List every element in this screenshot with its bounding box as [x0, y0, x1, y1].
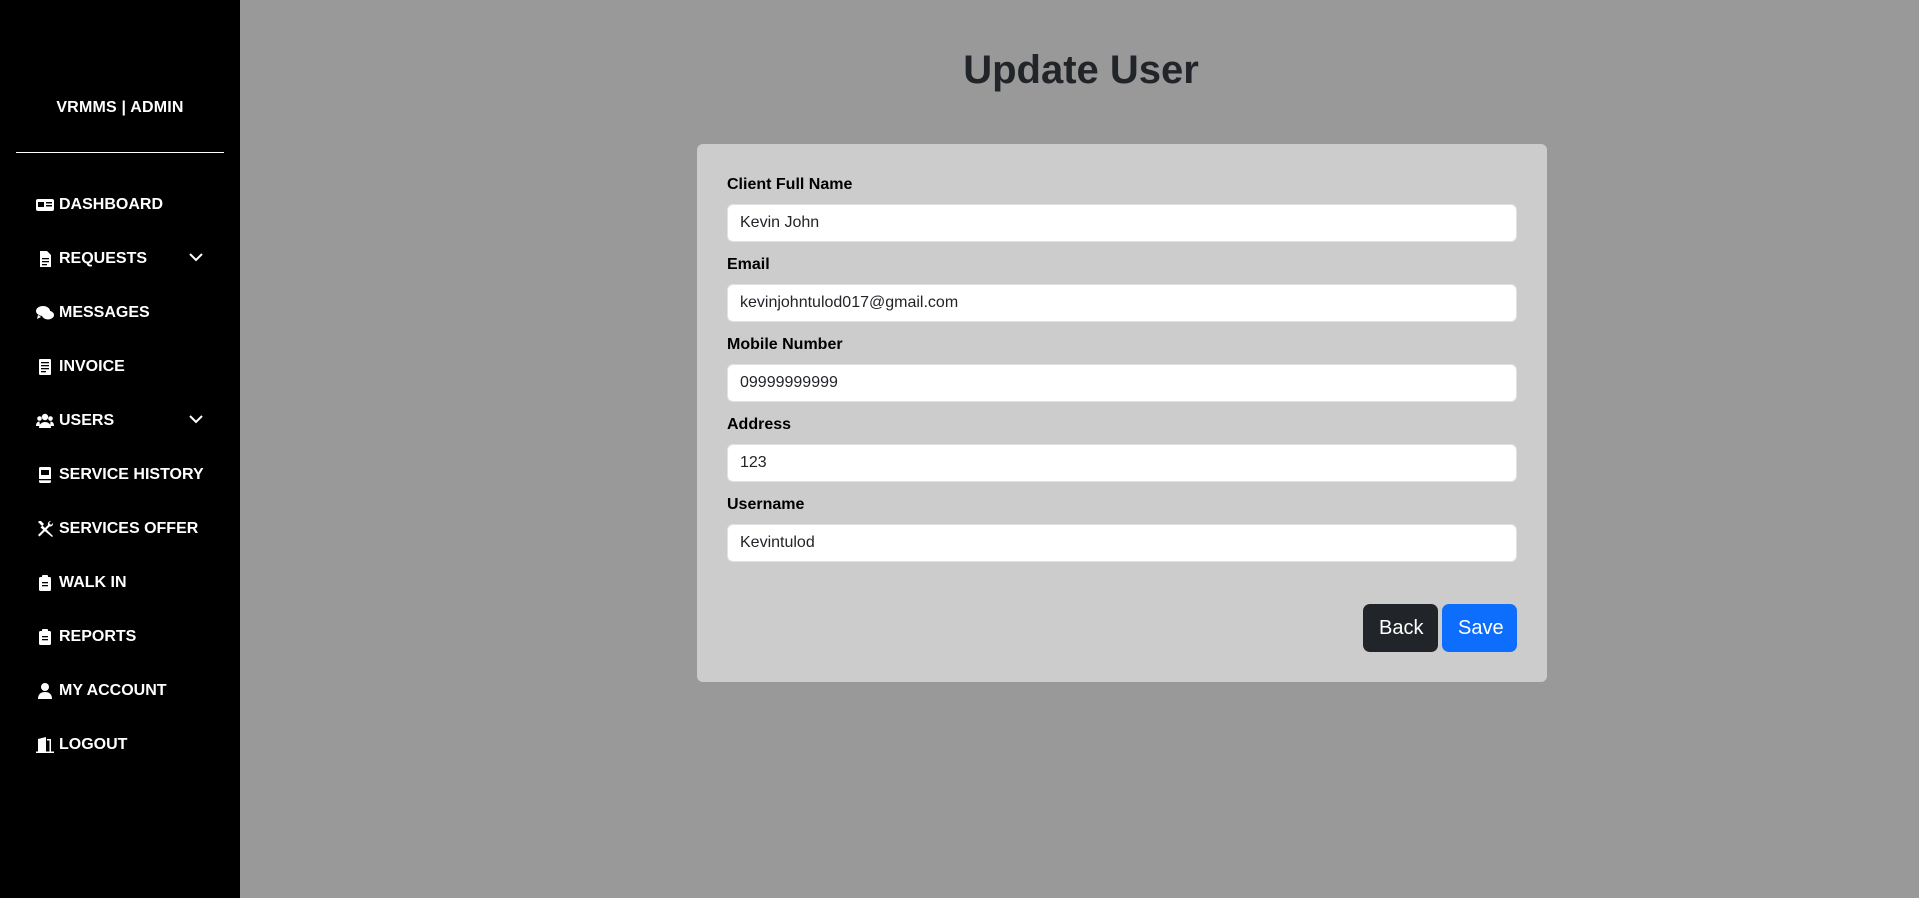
sidebar-item-users[interactable]: USERS: [0, 394, 240, 448]
sidebar-item-my-account[interactable]: MY ACCOUNT: [0, 664, 240, 718]
chevron-down-icon[interactable]: [188, 250, 204, 262]
address-label: Address: [727, 416, 792, 433]
main-content: Update User Client Full Name Email Mobil…: [240, 0, 1919, 898]
full-name-field: Client Full Name: [727, 176, 1517, 242]
username-label: Username: [727, 496, 805, 513]
receipt-icon: [35, 358, 55, 376]
update-user-form: Client Full Name Email Mobile Number Add…: [697, 144, 1547, 682]
sidebar-item-label: DASHBOARD: [59, 196, 163, 213]
sidebar-item-label: SERVICES OFFER: [59, 520, 199, 537]
sidebar-item-label: SERVICE HISTORY: [59, 466, 204, 483]
username-input[interactable]: [727, 524, 1517, 562]
user-icon: [35, 682, 55, 700]
sidebar-item-label: REPORTS: [59, 628, 137, 645]
mobile-input[interactable]: [727, 364, 1517, 402]
save-button[interactable]: Save: [1442, 604, 1517, 652]
mobile-field: Mobile Number: [727, 336, 1517, 402]
sidebar-item-walk-in[interactable]: WALK IN: [0, 556, 240, 610]
book-icon: [35, 466, 55, 484]
sidebar-item-label: WALK IN: [59, 574, 127, 591]
sidebar-nav: DASHBOARD REQUESTS MESSAGES INVOICE USER…: [0, 178, 240, 772]
sidebar-item-services-offer[interactable]: SERVICES OFFER: [0, 502, 240, 556]
clipboard-icon: [35, 628, 55, 646]
sidebar-divider: [16, 152, 224, 153]
sidebar-item-requests[interactable]: REQUESTS: [0, 232, 240, 286]
sidebar-item-label: USERS: [59, 412, 115, 429]
sidebar-item-label: LOGOUT: [59, 736, 128, 753]
chat-icon: [35, 304, 55, 322]
file-icon: [35, 250, 55, 268]
dashboard-icon: [35, 196, 55, 214]
door-icon: [35, 736, 55, 754]
tools-icon: [35, 520, 55, 538]
sidebar-item-label: MESSAGES: [59, 304, 150, 321]
chevron-down-icon[interactable]: [188, 412, 204, 424]
page-title: Update User: [963, 48, 1199, 92]
sidebar-item-reports[interactable]: REPORTS: [0, 610, 240, 664]
clipboard-icon: [35, 574, 55, 592]
users-icon: [35, 412, 55, 430]
sidebar: VRMMS | ADMIN DASHBOARD REQUESTS MESSAGE…: [0, 0, 240, 898]
email-field: Email: [727, 256, 1517, 322]
username-field: Username: [727, 496, 1517, 562]
sidebar-item-label: INVOICE: [59, 358, 125, 375]
mobile-label: Mobile Number: [727, 336, 843, 353]
brand-title: VRMMS | ADMIN: [56, 99, 184, 116]
email-input[interactable]: [727, 284, 1517, 322]
sidebar-item-label: REQUESTS: [59, 250, 148, 267]
sidebar-item-messages[interactable]: MESSAGES: [0, 286, 240, 340]
full-name-input[interactable]: [727, 204, 1517, 242]
address-field: Address: [727, 416, 1517, 482]
back-button[interactable]: Back: [1363, 604, 1438, 652]
sidebar-item-label: MY ACCOUNT: [59, 682, 167, 699]
sidebar-item-dashboard[interactable]: DASHBOARD: [0, 178, 240, 232]
email-label: Email: [727, 256, 770, 273]
sidebar-item-logout[interactable]: LOGOUT: [0, 718, 240, 772]
sidebar-item-service-history[interactable]: SERVICE HISTORY: [0, 448, 240, 502]
full-name-label: Client Full Name: [727, 176, 853, 193]
form-actions: Back Save: [1363, 604, 1517, 652]
address-input[interactable]: [727, 444, 1517, 482]
sidebar-item-invoice[interactable]: INVOICE: [0, 340, 240, 394]
